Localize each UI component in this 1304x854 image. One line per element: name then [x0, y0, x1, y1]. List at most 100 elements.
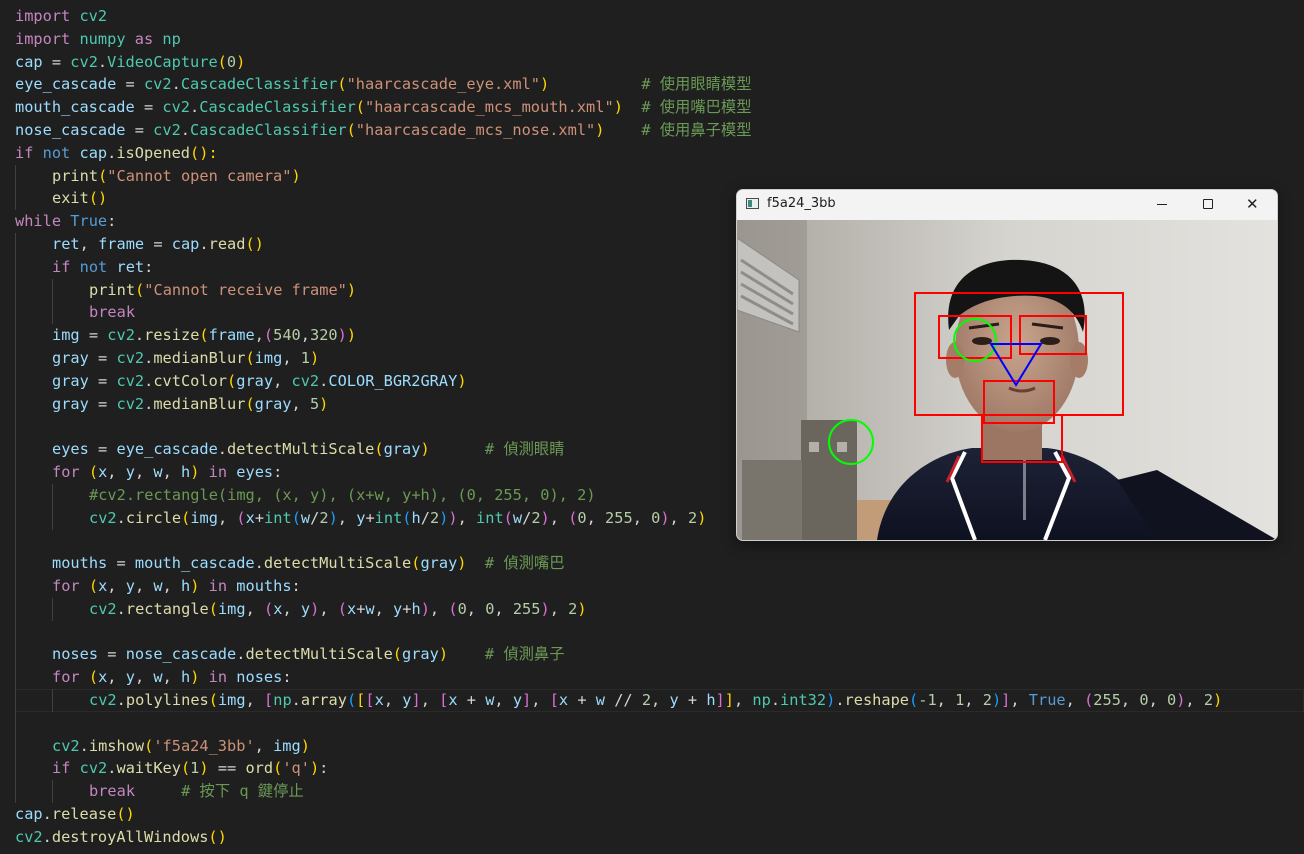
indent-guide — [15, 734, 16, 758]
code-token: in — [208, 577, 228, 595]
left-eye — [972, 337, 992, 345]
code-line[interactable]: print("Cannot receive frame") — [89, 279, 356, 302]
indent-guide — [15, 255, 16, 279]
code-token: "Cannot receive frame" — [144, 280, 347, 299]
code-token: w — [153, 463, 163, 481]
code-token: ( — [374, 440, 384, 459]
code-token: ( — [88, 463, 99, 481]
code-line[interactable]: ret, frame = cap.read() — [52, 233, 264, 256]
code-token: if — [52, 759, 71, 778]
code-line[interactable]: cap.release() — [15, 803, 135, 826]
code-token: , — [651, 691, 670, 709]
code-token: cv2 — [162, 98, 191, 117]
code-line[interactable]: if cv2.waitKey(1) == ord('q'): — [52, 757, 328, 780]
code-token: y — [669, 691, 679, 709]
code-token: , — [273, 371, 292, 390]
code-line[interactable]: #cv2.rectangle(img, (x, y), (x+w, y+h), … — [89, 484, 596, 507]
code-token: / — [522, 508, 532, 527]
code-line[interactable]: break — [89, 301, 135, 324]
code-line[interactable]: for (x, y, w, h) in noses: — [52, 666, 292, 689]
code-token: [ — [264, 691, 274, 709]
code-token: int — [476, 508, 504, 527]
code-token: cv2 — [116, 371, 145, 390]
code-token: 2 — [531, 508, 541, 527]
code-line[interactable]: cv2.destroyAllWindows() — [15, 826, 227, 849]
code-token: x — [346, 599, 357, 618]
code-token: eye_cascade — [116, 440, 218, 459]
code-line[interactable]: eye_cascade = cv2.CascadeClassifier("haa… — [15, 73, 752, 96]
code-token: ) — [337, 326, 347, 345]
code-token: y — [393, 599, 403, 618]
maximize-button[interactable] — [1185, 190, 1231, 220]
code-line[interactable]: noses = nose_cascade.detectMultiScale(gr… — [52, 643, 565, 666]
code-token: , — [245, 691, 265, 709]
code-token: , — [300, 326, 310, 345]
code-token: polylines — [125, 691, 209, 709]
code-line[interactable]: mouths = mouth_cascade.detectMultiScale(… — [52, 552, 565, 575]
code-token: . — [171, 75, 181, 94]
window-titlebar[interactable]: f5a24_3bb ✕ — [737, 190, 1277, 220]
code-line[interactable]: import cv2 — [15, 5, 107, 28]
code-token: mouth_cascade — [134, 554, 255, 573]
code-token: , — [466, 599, 486, 618]
code-token: . — [319, 371, 329, 390]
code-token: release — [51, 805, 117, 823]
code-line[interactable]: while True: — [15, 210, 116, 233]
code-line[interactable]: if not ret: — [52, 256, 153, 279]
code-token: + — [254, 508, 265, 527]
code-token: ) — [309, 759, 320, 778]
code-token: ) — [319, 394, 329, 413]
code-line[interactable]: eyes = eye_cascade.detectMultiScale(gray… — [52, 438, 565, 461]
code-line[interactable]: cv2.polylines(img, [np.array([[x, y], [x… — [89, 689, 1222, 712]
code-token: ( — [98, 166, 108, 185]
code-token: frame — [98, 235, 145, 253]
indent-guide — [15, 369, 16, 393]
code-line[interactable]: gray = cv2.medianBlur(gray, 5) — [52, 393, 328, 416]
code-token: array — [300, 691, 347, 709]
code-token: ) — [346, 326, 357, 345]
code-token: : — [291, 577, 301, 595]
code-line[interactable]: print("Cannot open camera") — [52, 165, 301, 188]
code-line[interactable]: import numpy as np — [15, 28, 181, 51]
indent-guide — [15, 278, 16, 302]
code-token: , — [107, 463, 126, 481]
code-token: ( — [135, 280, 145, 299]
code-token: , — [383, 691, 403, 709]
code-line[interactable]: cv2.imshow('f5a24_3bb', img) — [52, 735, 310, 758]
code-token: = — [42, 52, 71, 71]
code-token: , — [936, 691, 956, 709]
code-token: , — [162, 577, 181, 595]
code-token: = — [116, 75, 144, 94]
opencv-window[interactable]: f5a24_3bb ✕ — [736, 189, 1278, 541]
code-token: 2 — [429, 508, 440, 527]
code-token: ( — [264, 599, 274, 618]
code-line[interactable]: break # 按下 q 鍵停止 — [89, 780, 304, 803]
code-line[interactable]: nose_cascade = cv2.CascadeClassifier("ha… — [15, 119, 752, 142]
code-line[interactable]: exit() — [52, 187, 107, 210]
code-token: = — [125, 121, 154, 139]
code-token: 0 — [577, 508, 587, 527]
code-token: cv2 — [52, 736, 80, 755]
code-line[interactable]: img = cv2.resize(frame,(540,320)) — [52, 324, 356, 347]
code-token: () — [116, 805, 135, 823]
code-token: , — [282, 599, 301, 618]
code-token: detectMultiScale — [263, 554, 412, 573]
code-token: cv2 — [89, 599, 117, 618]
code-line[interactable]: if not cap.isOpened(): — [15, 142, 218, 165]
wall-panel — [742, 460, 802, 540]
code-line[interactable]: cv2.rectangle(img, (x, y), (x+w, y+h), (… — [89, 598, 587, 621]
minimize-button[interactable] — [1139, 190, 1185, 220]
code-token: ( — [346, 691, 357, 709]
code-token: ( — [503, 508, 513, 527]
code-token: for — [52, 577, 80, 595]
code-line[interactable]: gray = cv2.medianBlur(img, 1) — [52, 347, 319, 370]
code-line[interactable]: for (x, y, w, h) in mouths: — [52, 575, 301, 598]
close-button[interactable]: ✕ — [1231, 190, 1277, 220]
code-line[interactable]: mouth_cascade = cv2.CascadeClassifier("h… — [15, 96, 752, 119]
code-line[interactable]: gray = cv2.cvtColor(gray, cv2.COLOR_BGR2… — [52, 370, 467, 393]
code-token: . — [116, 508, 126, 527]
code-line[interactable]: for (x, y, w, h) in eyes: — [52, 461, 282, 484]
code-line[interactable]: cap = cv2.VideoCapture(0) — [15, 51, 245, 74]
code-line[interactable]: cv2.circle(img, (x+int(w/2), y+int(h/2))… — [89, 507, 706, 530]
code-token: x — [245, 508, 255, 527]
